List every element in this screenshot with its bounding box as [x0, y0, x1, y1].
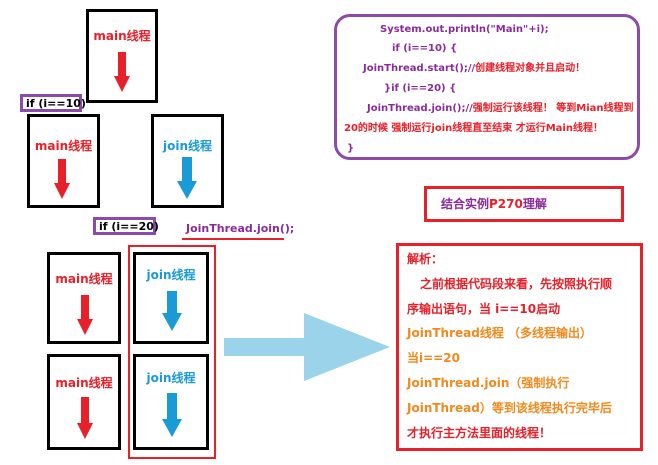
reference-suffix: 理解	[522, 197, 547, 211]
reference-box: 结合实例P270理解	[424, 186, 624, 222]
analysis-line-4: 当i==20	[407, 351, 460, 365]
main-thread-box-bot2: main线程	[47, 354, 121, 450]
join-call-underline	[182, 238, 284, 240]
down-arrow-icon	[162, 291, 182, 331]
condition-label-i10: if (i==10)	[20, 94, 86, 112]
down-arrow-icon	[54, 159, 70, 199]
join-call-label: JoinThread.join();	[186, 222, 295, 235]
main-thread-label: main线程	[93, 29, 151, 43]
analysis-line-5: JoinThread.join（强制执行	[407, 376, 570, 390]
reference-page: P270	[489, 197, 523, 211]
main-thread-label: main线程	[34, 139, 93, 153]
analysis-line-2: 序输出语句，当 i==10启动	[407, 302, 561, 316]
analysis-line-7: 才执行主方法里面的线程！	[407, 426, 552, 440]
code-join-call: JoinThread.join();//	[367, 103, 473, 114]
condition-label-i20: if (i==20)	[93, 217, 159, 235]
join-thread-box-bot2: join线程	[133, 354, 209, 450]
code-line-join: JoinThread.join();//强制运行该线程！ 等到Mian线程到	[367, 103, 634, 115]
code-join-comment: 强制运行该线程！ 等到Mian线程到	[472, 103, 634, 114]
code-start-call: JoinThread.start();//	[363, 63, 476, 74]
code-line-println: System.out.println("Main"+i);	[380, 24, 549, 35]
analysis-heading: 解析：	[407, 252, 444, 266]
join-thread-label: join线程	[162, 139, 212, 153]
code-line-start: JoinThread.start();//创建线程对象并且启动！	[363, 63, 585, 75]
main-thread-box-mid: main线程	[27, 114, 100, 208]
down-arrow-icon	[77, 397, 93, 439]
down-arrow-icon	[114, 52, 130, 92]
join-thread-label: join线程	[146, 371, 196, 385]
main-thread-box-bot1: main线程	[47, 252, 121, 344]
reference-prefix: 结合实例	[441, 197, 490, 211]
code-line-if20: }if (i==20) {	[384, 83, 457, 94]
main-thread-box-top: main线程	[86, 9, 158, 103]
join-thread-box-mid: join线程	[151, 114, 224, 208]
analysis-box: 解析： 之前根据代码段来看，先按照执行顺 序输出语句，当 i==10启动 Joi…	[396, 243, 643, 451]
down-arrow-icon	[177, 157, 197, 199]
code-line-comment-cont: 20的时候 强制运行join线程直至结束 才运行Main线程！	[344, 123, 603, 134]
analysis-line-6: JoinThread）等到该线程执行完毕后	[407, 401, 612, 415]
code-line-close: }	[347, 143, 355, 154]
flow-arrow-icon	[224, 313, 390, 381]
join-thread-box-bot1: join线程	[133, 252, 209, 344]
main-thread-label: main线程	[55, 376, 113, 390]
down-arrow-icon	[77, 295, 93, 335]
code-line-if10: if (i==10) {	[392, 43, 458, 54]
down-arrow-icon	[162, 393, 182, 437]
code-start-comment: 创建线程对象并且启动！	[475, 63, 586, 74]
main-thread-label: main线程	[55, 272, 113, 286]
analysis-line-1: 之前根据代码段来看，先按照执行顺	[420, 277, 613, 291]
code-snippet-box: System.out.println("Main"+i); if (i==10)…	[334, 14, 640, 160]
join-thread-label: join线程	[146, 268, 196, 282]
analysis-line-3: JoinThread线程 （多线程输出）	[407, 326, 593, 340]
